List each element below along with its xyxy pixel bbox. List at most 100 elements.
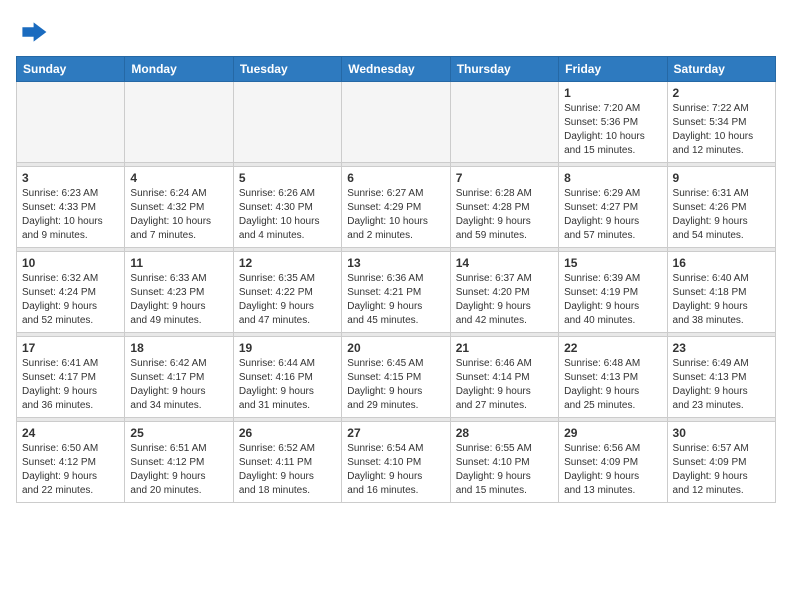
day-number: 4: [130, 171, 227, 185]
day-info: Sunrise: 6:49 AM Sunset: 4:13 PM Dayligh…: [673, 357, 770, 413]
day-info: Sunrise: 6:36 AM Sunset: 4:21 PM Dayligh…: [347, 272, 444, 328]
calendar-cell: 27 Sunrise: 6:54 AM Sunset: 4:10 PM Dayli…: [342, 422, 450, 503]
calendar-cell: [342, 82, 450, 163]
calendar-cell: [125, 82, 233, 163]
calendar-cell: 9 Sunrise: 6:31 AM Sunset: 4:26 PM Daylig…: [667, 167, 775, 248]
calendar-cell: 5 Sunrise: 6:26 AM Sunset: 4:30 PM Daylig…: [233, 167, 341, 248]
day-info: Sunrise: 6:56 AM Sunset: 4:09 PM Dayligh…: [564, 442, 661, 498]
day-number: 9: [673, 171, 770, 185]
calendar-cell: 28Sunrise: 6:55 AM Sunset: 4:10 PM Dayli…: [450, 422, 558, 503]
calendar-cell: 2 Sunrise: 7:22 AM Sunset: 5:34 PM Daylig…: [667, 82, 775, 163]
day-info: Sunrise: 7:20 AM Sunset: 5:36 PM Dayligh…: [564, 102, 661, 158]
day-number: 5: [239, 171, 336, 185]
calendar-cell: 20 Sunrise: 6:45 AM Sunset: 4:15 PM Dayli…: [342, 337, 450, 418]
calendar-cell: 11 Sunrise: 6:33 AM Sunset: 4:23 PM Dayli…: [125, 252, 233, 333]
day-info: Sunrise: 6:55 AM Sunset: 4:10 PM Dayligh…: [456, 442, 553, 498]
calendar-week-row: 24Sunrise: 6:50 AM Sunset: 4:12 PM Dayli…: [17, 422, 776, 503]
day-info: Sunrise: 6:33 AM Sunset: 4:23 PM Dayligh…: [130, 272, 227, 328]
day-info: Sunrise: 6:39 AM Sunset: 4:19 PM Dayligh…: [564, 272, 661, 328]
calendar-cell: 23 Sunrise: 6:49 AM Sunset: 4:13 PM Dayli…: [667, 337, 775, 418]
day-number: 25: [130, 426, 227, 440]
weekday-header: Saturday: [667, 57, 775, 82]
weekday-header: Tuesday: [233, 57, 341, 82]
logo-icon: [16, 16, 48, 48]
day-info: Sunrise: 6:57 AM Sunset: 4:09 PM Dayligh…: [673, 442, 770, 498]
calendar-cell: 25 Sunrise: 6:51 AM Sunset: 4:12 PM Dayli…: [125, 422, 233, 503]
day-info: Sunrise: 6:44 AM Sunset: 4:16 PM Dayligh…: [239, 357, 336, 413]
day-number: 15: [564, 256, 661, 270]
weekday-header: Thursday: [450, 57, 558, 82]
day-number: 14: [456, 256, 553, 270]
calendar: SundayMondayTuesdayWednesdayThursdayFrid…: [16, 56, 776, 503]
day-info: Sunrise: 6:28 AM Sunset: 4:28 PM Dayligh…: [456, 187, 553, 243]
day-info: Sunrise: 6:31 AM Sunset: 4:26 PM Dayligh…: [673, 187, 770, 243]
calendar-cell: 24Sunrise: 6:50 AM Sunset: 4:12 PM Dayli…: [17, 422, 125, 503]
day-info: Sunrise: 6:50 AM Sunset: 4:12 PM Dayligh…: [22, 442, 119, 498]
calendar-cell: 16 Sunrise: 6:40 AM Sunset: 4:18 PM Dayli…: [667, 252, 775, 333]
day-info: Sunrise: 6:40 AM Sunset: 4:18 PM Dayligh…: [673, 272, 770, 328]
day-info: Sunrise: 6:51 AM Sunset: 4:12 PM Dayligh…: [130, 442, 227, 498]
calendar-cell: 4Sunrise: 6:24 AM Sunset: 4:32 PM Daylig…: [125, 167, 233, 248]
day-number: 29: [564, 426, 661, 440]
day-info: Sunrise: 6:23 AM Sunset: 4:33 PM Dayligh…: [22, 187, 119, 243]
weekday-header: Wednesday: [342, 57, 450, 82]
calendar-cell: 19 Sunrise: 6:44 AM Sunset: 4:16 PM Dayli…: [233, 337, 341, 418]
calendar-cell: 6 Sunrise: 6:27 AM Sunset: 4:29 PM Daylig…: [342, 167, 450, 248]
day-number: 11: [130, 256, 227, 270]
calendar-cell: 21 Sunrise: 6:46 AM Sunset: 4:14 PM Dayli…: [450, 337, 558, 418]
day-number: 30: [673, 426, 770, 440]
calendar-cell: 15 Sunrise: 6:39 AM Sunset: 4:19 PM Dayli…: [559, 252, 667, 333]
day-number: 8: [564, 171, 661, 185]
day-info: Sunrise: 6:37 AM Sunset: 4:20 PM Dayligh…: [456, 272, 553, 328]
calendar-cell: 30 Sunrise: 6:57 AM Sunset: 4:09 PM Dayli…: [667, 422, 775, 503]
calendar-cell: 22Sunrise: 6:48 AM Sunset: 4:13 PM Dayli…: [559, 337, 667, 418]
day-info: Sunrise: 6:29 AM Sunset: 4:27 PM Dayligh…: [564, 187, 661, 243]
day-number: 21: [456, 341, 553, 355]
day-number: 27: [347, 426, 444, 440]
day-info: Sunrise: 7:22 AM Sunset: 5:34 PM Dayligh…: [673, 102, 770, 158]
calendar-week-row: 1 Sunrise: 7:20 AM Sunset: 5:36 PM Daylig…: [17, 82, 776, 163]
day-number: 20: [347, 341, 444, 355]
day-number: 22: [564, 341, 661, 355]
calendar-cell: 13Sunrise: 6:36 AM Sunset: 4:21 PM Dayli…: [342, 252, 450, 333]
day-info: Sunrise: 6:54 AM Sunset: 4:10 PM Dayligh…: [347, 442, 444, 498]
day-number: 16: [673, 256, 770, 270]
calendar-cell: 12Sunrise: 6:35 AM Sunset: 4:22 PM Dayli…: [233, 252, 341, 333]
calendar-cell: 10 Sunrise: 6:32 AM Sunset: 4:24 PM Dayli…: [17, 252, 125, 333]
calendar-cell: 1 Sunrise: 7:20 AM Sunset: 5:36 PM Daylig…: [559, 82, 667, 163]
day-number: 10: [22, 256, 119, 270]
calendar-cell: 7 Sunrise: 6:28 AM Sunset: 4:28 PM Daylig…: [450, 167, 558, 248]
weekday-header-row: SundayMondayTuesdayWednesdayThursdayFrid…: [17, 57, 776, 82]
day-number: 23: [673, 341, 770, 355]
calendar-cell: 8 Sunrise: 6:29 AM Sunset: 4:27 PM Daylig…: [559, 167, 667, 248]
day-info: Sunrise: 6:27 AM Sunset: 4:29 PM Dayligh…: [347, 187, 444, 243]
calendar-week-row: 10 Sunrise: 6:32 AM Sunset: 4:24 PM Dayli…: [17, 252, 776, 333]
weekday-header: Friday: [559, 57, 667, 82]
logo: [16, 16, 52, 48]
day-number: 3: [22, 171, 119, 185]
page: SundayMondayTuesdayWednesdayThursdayFrid…: [0, 0, 792, 513]
calendar-cell: 17Sunrise: 6:41 AM Sunset: 4:17 PM Dayli…: [17, 337, 125, 418]
calendar-cell: 14 Sunrise: 6:37 AM Sunset: 4:20 PM Dayli…: [450, 252, 558, 333]
day-info: Sunrise: 6:41 AM Sunset: 4:17 PM Dayligh…: [22, 357, 119, 413]
day-info: Sunrise: 6:32 AM Sunset: 4:24 PM Dayligh…: [22, 272, 119, 328]
calendar-cell: 18Sunrise: 6:42 AM Sunset: 4:17 PM Dayli…: [125, 337, 233, 418]
calendar-cell: [450, 82, 558, 163]
day-info: Sunrise: 6:26 AM Sunset: 4:30 PM Dayligh…: [239, 187, 336, 243]
day-number: 2: [673, 86, 770, 100]
calendar-cell: [17, 82, 125, 163]
calendar-cell: [233, 82, 341, 163]
day-number: 1: [564, 86, 661, 100]
day-info: Sunrise: 6:46 AM Sunset: 4:14 PM Dayligh…: [456, 357, 553, 413]
day-number: 6: [347, 171, 444, 185]
calendar-cell: 3 Sunrise: 6:23 AM Sunset: 4:33 PM Daylig…: [17, 167, 125, 248]
day-info: Sunrise: 6:45 AM Sunset: 4:15 PM Dayligh…: [347, 357, 444, 413]
weekday-header: Sunday: [17, 57, 125, 82]
calendar-cell: 29 Sunrise: 6:56 AM Sunset: 4:09 PM Dayli…: [559, 422, 667, 503]
day-info: Sunrise: 6:35 AM Sunset: 4:22 PM Dayligh…: [239, 272, 336, 328]
day-number: 19: [239, 341, 336, 355]
calendar-week-row: 17Sunrise: 6:41 AM Sunset: 4:17 PM Dayli…: [17, 337, 776, 418]
day-number: 7: [456, 171, 553, 185]
weekday-header: Monday: [125, 57, 233, 82]
day-info: Sunrise: 6:52 AM Sunset: 4:11 PM Dayligh…: [239, 442, 336, 498]
